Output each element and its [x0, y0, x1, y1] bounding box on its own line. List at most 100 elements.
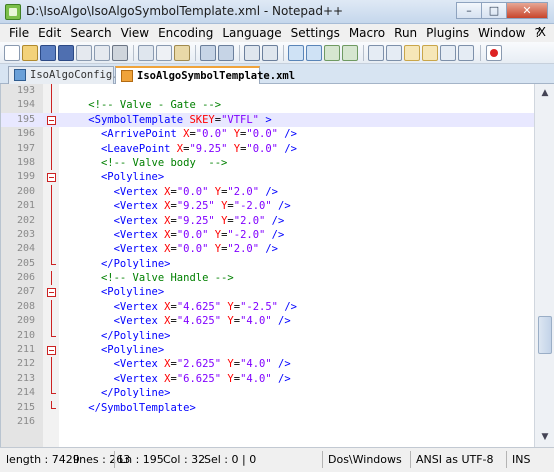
redo-icon[interactable] — [218, 45, 234, 61]
close-all-icon[interactable] — [94, 45, 110, 61]
sync-h-icon[interactable] — [342, 45, 358, 61]
code-line[interactable]: 194 <!-- Valve - Gate --> — [1, 98, 534, 113]
close-document-button[interactable]: X — [538, 25, 546, 39]
fold-collapse-icon[interactable] — [47, 288, 56, 298]
code-line[interactable]: 197 <LeavePoint X="9.25" Y="0.0" /> — [1, 141, 534, 156]
function-list-icon[interactable] — [458, 45, 474, 61]
code-token: /> — [265, 214, 285, 227]
menu-file[interactable]: File — [9, 26, 29, 40]
menu-plugins[interactable]: Plugins — [426, 26, 469, 40]
code-token: X — [157, 358, 171, 371]
tab-isoalgosymboltemplate[interactable]: IsoAlgoSymbolTemplate.xml — [115, 66, 295, 84]
all-chars-icon[interactable] — [386, 45, 402, 61]
code-line[interactable]: 208 <Vertex X="4.625" Y="-2.5" /> — [1, 299, 534, 315]
zoom-in-icon[interactable] — [288, 45, 304, 61]
menu-window[interactable]: Window — [478, 26, 525, 40]
code-line[interactable]: 204 <Vertex X="0.0" Y="2.0" /> — [1, 242, 534, 257]
sync-v-icon[interactable] — [324, 45, 340, 61]
menu-search[interactable]: Search — [70, 26, 111, 40]
code-line[interactable]: 205 </Polyline> — [1, 256, 534, 271]
code-line[interactable]: 215 </SymbolTemplate> — [1, 400, 534, 415]
fold-collapse-icon[interactable] — [47, 115, 56, 125]
menu-edit[interactable]: Edit — [38, 26, 61, 40]
code-line[interactable]: 198 <!-- Valve body --> — [1, 155, 534, 171]
code-editor[interactable]: 193 194 <!-- Valve - Gate --> 195 <SymbolT… — [0, 84, 534, 447]
code-line[interactable]: 199 <Polyline> — [1, 170, 534, 184]
code-line[interactable]: 206 <!-- Valve Handle --> — [1, 271, 534, 286]
menu-macro[interactable]: Macro — [349, 26, 385, 40]
close-button[interactable]: ✕ — [506, 2, 548, 19]
save-icon[interactable] — [40, 45, 56, 61]
line-number: 216 — [16, 415, 35, 427]
cut-icon[interactable] — [138, 45, 154, 61]
new-file-icon[interactable] — [4, 45, 20, 61]
find-icon[interactable] — [244, 45, 260, 61]
wrap-icon[interactable] — [368, 45, 384, 61]
code-line[interactable]: 211 <Polyline> — [1, 343, 534, 357]
code-line[interactable]: 195 <SymbolTemplate SKEY="VTFL" > — [1, 112, 534, 128]
doc-map-icon[interactable] — [440, 45, 456, 61]
fold-guide — [51, 127, 52, 142]
menu-language[interactable]: Language — [222, 26, 281, 40]
save-all-icon[interactable] — [58, 45, 74, 61]
code-line[interactable]: 196 <ArrivePoint X="0.0" Y="0.0" /> — [1, 127, 534, 142]
vertical-scrollbar[interactable]: ▲ ▼ — [534, 84, 554, 447]
tab-isoalgoconfig[interactable]: IsoAlgoConfig.xml — [8, 66, 137, 84]
code-text: <Polyline> — [63, 285, 164, 299]
code-line[interactable]: 210 </Polyline> — [1, 328, 534, 343]
code-text: <!-- Valve Handle --> — [63, 271, 234, 285]
menu-encoding[interactable]: Encoding — [158, 26, 213, 40]
code-token: "0.0" — [176, 185, 209, 198]
code-text: <Vertex X="0.0" Y="2.0" /> — [63, 185, 278, 199]
fold-guide — [51, 141, 52, 156]
scroll-thumb[interactable] — [538, 316, 552, 354]
code-line[interactable]: 201 <Vertex X="9.25" Y="-2.0" /> — [1, 199, 534, 214]
print-icon[interactable] — [112, 45, 128, 61]
code-line[interactable]: 209 <Vertex X="4.625" Y="4.0" /> — [1, 314, 534, 329]
code-line[interactable]: 193 — [1, 84, 534, 99]
file-saved-icon — [14, 69, 26, 81]
code-line[interactable]: 216 — [1, 415, 534, 429]
fold-collapse-icon[interactable] — [47, 173, 56, 183]
status-separator — [322, 451, 323, 468]
code-line[interactable]: 214 </Polyline> — [1, 386, 534, 400]
record-macro-icon[interactable] — [486, 45, 502, 61]
code-token: > — [259, 113, 272, 126]
menu-run[interactable]: Run — [394, 26, 417, 40]
fold-collapse-icon[interactable] — [47, 346, 56, 356]
paste-icon[interactable] — [174, 45, 190, 61]
maximize-button[interactable]: □ — [481, 2, 507, 19]
copy-icon[interactable] — [156, 45, 172, 61]
code-line[interactable]: 203 <Vertex X="0.0" Y="-2.0" /> — [1, 227, 534, 243]
code-line[interactable]: 207 <Polyline> — [1, 285, 534, 299]
close-icon[interactable] — [76, 45, 92, 61]
fold-guide — [51, 299, 52, 315]
tab-label: IsoAlgoSymbolTemplate.xml — [137, 70, 296, 82]
undo-icon[interactable] — [200, 45, 216, 61]
replace-icon[interactable] — [262, 45, 278, 61]
code-line[interactable]: 200 <Vertex X="0.0" Y="2.0" /> — [1, 184, 534, 200]
code-line[interactable]: 202 <Vertex X="9.25" Y="2.0" /> — [1, 213, 534, 228]
code-token: X — [170, 142, 184, 155]
code-line[interactable]: 213 <Vertex X="6.625" Y="4.0" /> — [1, 371, 534, 387]
udl-icon[interactable] — [422, 45, 438, 61]
code-token: "4.0" — [240, 372, 272, 385]
open-file-icon[interactable] — [22, 45, 38, 61]
scroll-down-icon[interactable]: ▼ — [537, 429, 553, 445]
line-number: 210 — [16, 329, 35, 341]
line-number: 212 — [16, 358, 35, 370]
minimize-button[interactable]: – — [456, 2, 482, 19]
scroll-up-icon[interactable]: ▲ — [537, 85, 553, 101]
code-line[interactable]: 212 <Vertex X="2.625" Y="4.0" /> — [1, 357, 534, 372]
menu-view[interactable]: View — [121, 26, 149, 40]
menu-settings[interactable]: Settings — [291, 26, 340, 40]
indent-guide-icon[interactable] — [404, 45, 420, 61]
code-text: <Polyline> — [63, 343, 164, 357]
zoom-out-icon[interactable] — [306, 45, 322, 61]
code-token: <Polyline> — [100, 171, 165, 184]
code-text: <!-- Valve - Gate --> — [63, 98, 221, 112]
code-token: </Polyline> — [100, 329, 171, 342]
